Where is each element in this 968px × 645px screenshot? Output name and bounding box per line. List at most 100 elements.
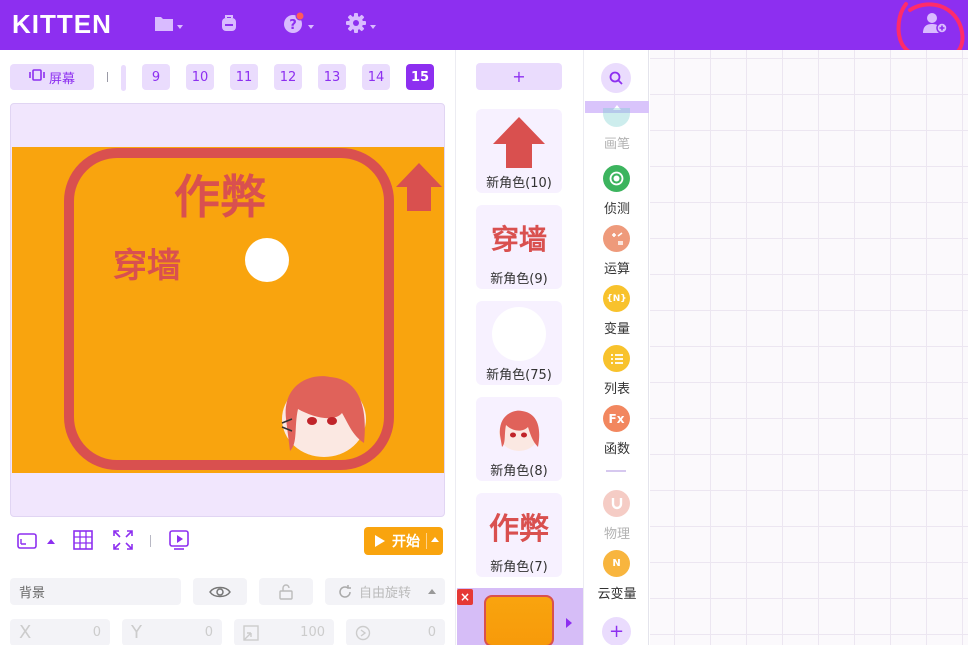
sprite-card[interactable]: 穿墙 新角色(9): [476, 205, 562, 289]
grid-toggle-button[interactable]: [73, 530, 93, 554]
folder-icon: [154, 14, 174, 36]
rotate-icon: [339, 584, 351, 598]
file-menu-button[interactable]: [154, 12, 183, 38]
sprite-list-panel: + 新角色(10) 穿墙 新角色(9) 新角色(75) 新角色(8) 作弊 新角…: [457, 50, 583, 645]
lock-toggle[interactable]: [259, 578, 313, 605]
svg-text:?: ?: [289, 18, 297, 33]
category-pen[interactable]: 画笔: [584, 108, 650, 164]
anime-girl-icon: [476, 401, 562, 459]
category-operators[interactable]: 运算: [584, 225, 650, 281]
stage-canvas[interactable]: 作弊 穿墙: [12, 147, 444, 473]
magnet-icon: [603, 490, 630, 517]
list-icon: [603, 345, 630, 372]
block-category-panel: 画笔 侦测 运算 {N} 变量 列表 Fx 函数 物理 N 云变量 +: [583, 50, 649, 645]
white-ball-sprite: [245, 238, 289, 282]
preview-icon: [169, 530, 189, 550]
operators-icon: [603, 225, 630, 252]
stage-graphics: 作弊 穿墙: [64, 148, 442, 470]
scene-tab-11[interactable]: 11: [230, 64, 258, 90]
scene-tab-14[interactable]: 14: [362, 64, 390, 90]
category-cloud-variables[interactable]: N 云变量: [584, 550, 650, 606]
screen-label: 屏幕: [48, 71, 75, 87]
settings-menu-button[interactable]: [345, 12, 376, 38]
cheat-thumb-text: 作弊: [489, 512, 549, 547]
top-bar: KITTEN ?: [0, 0, 968, 50]
cheat-sprite-text: 作弊: [174, 170, 266, 224]
category-functions[interactable]: Fx 函数: [584, 405, 650, 461]
stage-size-button[interactable]: [17, 532, 57, 554]
chevron-up-icon: [428, 589, 436, 594]
start-button[interactable]: 开始: [364, 527, 443, 555]
fullscreen-button[interactable]: [113, 530, 133, 554]
scene-tab-12[interactable]: 12: [274, 64, 302, 90]
category-variables[interactable]: {N} 变量: [584, 285, 650, 341]
direction-value: 0: [427, 625, 436, 640]
category-label: 画笔: [603, 137, 630, 152]
help-menu-button[interactable]: ?: [283, 11, 314, 38]
screen-selector-button[interactable]: 屏幕: [10, 64, 94, 90]
play-icon: [375, 535, 385, 547]
scale-icon: [243, 624, 259, 641]
anime-girl-sprite: [281, 376, 366, 457]
sprite-name-field[interactable]: 背景: [10, 578, 181, 605]
gear-icon: [345, 12, 367, 38]
chevron-right-icon[interactable]: [566, 618, 572, 628]
size-value: 100: [300, 625, 325, 640]
category-label: 云变量: [597, 587, 637, 602]
white-circle-icon: [476, 305, 562, 363]
x-position-field[interactable]: X 0: [10, 619, 110, 645]
variable-icon: {N}: [603, 285, 630, 312]
scene-tab-10[interactable]: 10: [186, 64, 214, 90]
block-search-button[interactable]: [601, 63, 631, 93]
grid-icon: [73, 530, 93, 550]
sprite-name: 新角色(10): [486, 176, 552, 191]
rotation-mode-select[interactable]: 自由旋转: [325, 578, 445, 605]
fullscreen-icon: [113, 530, 133, 550]
y-position-field[interactable]: Y 0: [122, 619, 222, 645]
wall-sprite-text: 穿墙: [113, 246, 181, 286]
cheat-text-thumbnail: 作弊: [476, 497, 562, 555]
scene-tab-15[interactable]: 15: [406, 64, 434, 90]
chevron-up-icon[interactable]: [431, 537, 439, 542]
app-window: KITTEN ? 屏幕 9 10 11 12 13 14 15 作弊 穿墙 开始…: [0, 0, 968, 645]
backpack-button[interactable]: [219, 12, 239, 38]
add-extension-button[interactable]: +: [602, 617, 631, 645]
sprite-card[interactable]: 新角色(10): [476, 109, 562, 193]
close-icon[interactable]: ×: [457, 589, 473, 605]
backpack-icon: [219, 13, 239, 37]
stage-container: 作弊 穿墙: [10, 103, 445, 517]
screen-icon: [29, 69, 45, 85]
code-workspace[interactable]: [650, 50, 968, 645]
divider: [606, 470, 626, 472]
sensing-icon: [603, 165, 630, 192]
pen-icon: [603, 108, 630, 127]
sprite-name: 新角色(9): [490, 272, 548, 287]
background-card[interactable]: [457, 588, 583, 645]
y-value: 0: [204, 625, 213, 640]
scroll-indicator[interactable]: [121, 65, 126, 91]
add-sprite-button[interactable]: +: [476, 63, 562, 90]
sprite-card[interactable]: 新角色(8): [476, 397, 562, 481]
sprite-card[interactable]: 作弊 新角色(7): [476, 493, 562, 577]
search-icon: [609, 71, 623, 85]
category-physics[interactable]: 物理: [584, 490, 650, 546]
sprite-card[interactable]: 新角色(75): [476, 301, 562, 385]
red-arrow-sprite: [396, 163, 442, 211]
play-preview-button[interactable]: [169, 530, 189, 554]
category-label: 变量: [603, 322, 630, 337]
category-lists[interactable]: 列表: [584, 345, 650, 401]
sprite-name: 新角色(75): [486, 368, 552, 383]
scene-tab-13[interactable]: 13: [318, 64, 346, 90]
scene-tab-9[interactable]: 9: [142, 64, 170, 90]
divider: [150, 535, 151, 547]
function-icon: Fx: [603, 405, 630, 432]
chevron-down-icon: [177, 25, 183, 29]
stage-panel: 屏幕 9 10 11 12 13 14 15 作弊 穿墙 开始 背景 自由旋转 …: [0, 50, 456, 645]
eye-icon: [209, 586, 231, 597]
category-sensing[interactable]: 侦测: [584, 165, 650, 221]
size-field[interactable]: 100: [234, 619, 334, 645]
divider: [107, 72, 108, 82]
visibility-toggle[interactable]: [193, 578, 247, 605]
x-value: 0: [92, 625, 101, 640]
direction-field[interactable]: 0: [346, 619, 445, 645]
